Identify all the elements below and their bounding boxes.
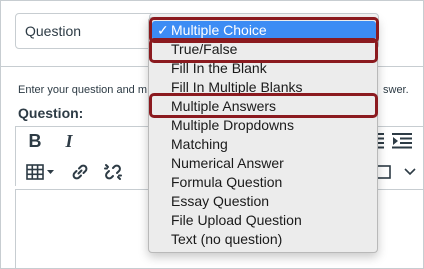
question-title-input[interactable]: Question: [15, 13, 155, 49]
bold-button[interactable]: B: [26, 131, 44, 151]
dropdown-option-multiple-dropdowns[interactable]: Multiple Dropdowns: [149, 116, 379, 135]
dropdown-option-multiple-choice[interactable]: ✓ Multiple Choice: [152, 21, 376, 40]
link-icon[interactable]: [71, 163, 89, 181]
check-icon: ✓: [157, 22, 169, 38]
instruction-text-start: Enter your question and m: [18, 84, 148, 96]
question-label: Question:: [18, 105, 84, 121]
dropdown-option-fill-in-blank[interactable]: Fill In the Blank: [149, 59, 379, 78]
dropdown-option-text-no-question[interactable]: Text (no question): [149, 230, 379, 249]
indent-icon[interactable]: [392, 132, 412, 150]
question-type-dropdown: ✓ Multiple Choice True/False Fill In the …: [148, 17, 378, 253]
instruction-text-end: swer.: [383, 84, 409, 96]
unlink-icon[interactable]: [104, 163, 122, 181]
dropdown-option-matching[interactable]: Matching: [149, 135, 379, 154]
dropdown-option-fill-in-multiple-blanks[interactable]: Fill In Multiple Blanks: [149, 78, 379, 97]
dropdown-option-multiple-answers[interactable]: Multiple Answers: [149, 97, 379, 116]
dropdown-option-formula-question[interactable]: Formula Question: [149, 173, 379, 192]
dropdown-option-numerical-answer[interactable]: Numerical Answer: [149, 154, 379, 173]
table-icon[interactable]: [26, 163, 56, 181]
dropdown-option-file-upload-question[interactable]: File Upload Question: [149, 211, 379, 230]
dropdown-option-true-false[interactable]: True/False: [149, 40, 379, 59]
italic-button[interactable]: I: [60, 131, 78, 151]
dropdown-option-essay-question[interactable]: Essay Question: [149, 192, 379, 211]
chevron-down-icon[interactable]: [404, 168, 416, 176]
